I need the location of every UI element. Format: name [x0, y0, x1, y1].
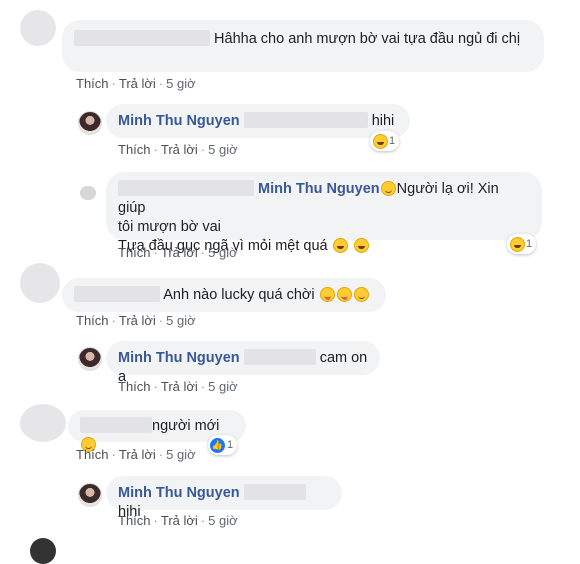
commenter-name[interactable]: Minh Thu Nguyen	[118, 350, 240, 366]
comment-text-line-2: tôi mượn bờ vai	[118, 219, 221, 235]
timestamp[interactable]: 5 giờ	[208, 142, 238, 157]
avatar[interactable]	[20, 10, 56, 46]
comment-actions: Thích · Trả lời · 5 giờ	[118, 245, 238, 260]
comment-actions: Thích · Trả lời · 5 giờ	[118, 379, 238, 394]
laughing-emoji-icon	[510, 236, 525, 252]
redacted-name	[243, 484, 306, 500]
like-link[interactable]: Thích	[118, 513, 151, 528]
comment-text: Hâhha cho anh mượn bờ vai tựa đầu ngủ đi…	[214, 31, 521, 47]
like-link[interactable]: Thích	[118, 142, 151, 157]
avatar[interactable]	[78, 347, 102, 371]
avatar[interactable]	[78, 111, 102, 135]
like-link[interactable]: Thích	[76, 447, 109, 462]
redacted-name	[80, 417, 152, 433]
avatar[interactable]	[20, 263, 60, 303]
redacted-name	[118, 180, 254, 196]
redacted-name	[243, 349, 316, 365]
tongue-emoji-icon	[319, 287, 335, 302]
tongue-emoji-icon	[336, 287, 352, 302]
comment-actions: Thích · Trả lời · 5 giờ	[76, 447, 196, 462]
comment-actions: Thích · Trả lời · 5 giờ	[118, 142, 238, 157]
timestamp[interactable]: 5 giờ	[166, 76, 196, 91]
reaction-count: 1	[389, 135, 396, 147]
reply-link[interactable]: Trả lời	[119, 313, 156, 328]
comment-actions: Thích · Trả lời · 5 giờ	[76, 313, 196, 328]
reply-link[interactable]: Trả lời	[119, 447, 156, 462]
reply-link[interactable]: Trả lời	[161, 379, 198, 394]
rolling-laughing-emoji-icon	[332, 238, 348, 253]
avatar[interactable]	[80, 186, 96, 200]
reaction-count: 1	[526, 238, 533, 250]
like-icon: 👍	[210, 437, 225, 453]
grinning-emoji-icon	[353, 238, 369, 253]
like-link[interactable]: Thích	[118, 245, 151, 260]
commenter-name[interactable]: Minh Thu Nguyen	[258, 181, 380, 197]
timestamp[interactable]: 5 giờ	[208, 513, 238, 528]
timestamp[interactable]: 5 giờ	[208, 379, 238, 394]
comment-bubble: Hâhha cho anh mượn bờ vai tựa đầu ngủ đi…	[62, 20, 544, 72]
timestamp[interactable]: 5 giờ	[208, 245, 238, 260]
comment-bubble: Minh Thu Nguyen hihi	[106, 104, 410, 138]
reaction-badge[interactable]: 👍 1	[208, 435, 238, 455]
smiling-emoji-icon	[380, 181, 396, 196]
reply-link[interactable]: Trả lời	[161, 142, 198, 157]
redacted-name	[74, 30, 210, 46]
comment-bubble: Anh nào lucky quá chời	[62, 278, 386, 312]
timestamp[interactable]: 5 giờ	[166, 447, 196, 462]
reaction-badge[interactable]: 1	[370, 131, 400, 151]
comment-actions: Thích · Trả lời · 5 giờ	[76, 76, 196, 91]
comment-text: hihi	[371, 113, 395, 129]
avatar[interactable]	[20, 404, 66, 442]
redacted-name	[74, 286, 160, 302]
like-link[interactable]: Thích	[118, 379, 151, 394]
comment-bubble: Minh Thu Nguyen hihi	[106, 476, 342, 520]
timestamp[interactable]: 5 giờ	[166, 313, 196, 328]
redacted-name	[243, 112, 368, 128]
laughing-emoji-icon	[373, 133, 388, 149]
reply-link[interactable]: Trả lời	[161, 245, 198, 260]
comment-text: Anh nào lucky quá chời	[163, 287, 315, 303]
rolling-eyes-emoji-icon	[353, 287, 369, 302]
comment-actions: Thích · Trả lời · 5 giờ	[118, 513, 238, 528]
reaction-count: 1	[227, 439, 234, 451]
reply-link[interactable]: Trả lời	[119, 76, 156, 91]
reaction-badge[interactable]: 1	[507, 234, 537, 254]
commenter-name[interactable]: Minh Thu Nguyen	[118, 485, 240, 501]
like-link[interactable]: Thích	[76, 313, 109, 328]
reply-link[interactable]: Trả lời	[161, 513, 198, 528]
comment-bubble: Minh Thu Nguyen cam on a	[106, 341, 380, 385]
avatar[interactable]	[78, 483, 102, 507]
like-link[interactable]: Thích	[76, 76, 109, 91]
commenter-name[interactable]: Minh Thu Nguyen	[118, 113, 240, 129]
avatar[interactable]	[30, 538, 56, 564]
comment-text: người mới	[152, 418, 220, 434]
comment-bubble: Minh Thu Nguyen Người lạ ơi! Xin giúp tôi…	[106, 172, 542, 254]
